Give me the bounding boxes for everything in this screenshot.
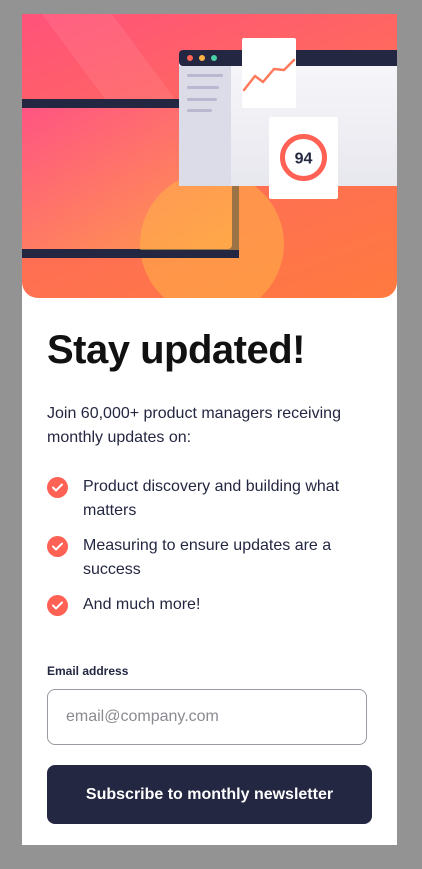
email-field[interactable] xyxy=(47,689,367,745)
feature-text: Measuring to ensure updates are a succes… xyxy=(83,537,332,578)
check-icon xyxy=(47,477,68,498)
feature-text: Product discovery and building what matt… xyxy=(83,478,340,519)
email-label: Email address xyxy=(47,664,129,678)
check-icon xyxy=(47,595,68,616)
newsletter-card: 94 Stay updated! Join 60,000+ product ma… xyxy=(22,14,397,845)
score-value: 94 xyxy=(295,151,313,168)
line-chart-card xyxy=(242,38,296,108)
illustration-graphic: 94 xyxy=(22,14,397,298)
list-item: And much more! xyxy=(47,593,377,617)
hero-illustration: 94 xyxy=(22,14,397,298)
feature-list: Product discovery and building what matt… xyxy=(47,475,377,628)
score-card: 94 xyxy=(269,117,338,199)
feature-text: And much more! xyxy=(83,596,201,613)
subscribe-button[interactable]: Subscribe to monthly newsletter xyxy=(47,765,372,824)
check-icon xyxy=(47,536,68,557)
intro-text: Join 60,000+ product managers receiving … xyxy=(47,405,341,446)
list-item: Product discovery and building what matt… xyxy=(47,475,377,523)
page-title: Stay updated! xyxy=(47,328,305,372)
list-item: Measuring to ensure updates are a succes… xyxy=(47,534,377,582)
